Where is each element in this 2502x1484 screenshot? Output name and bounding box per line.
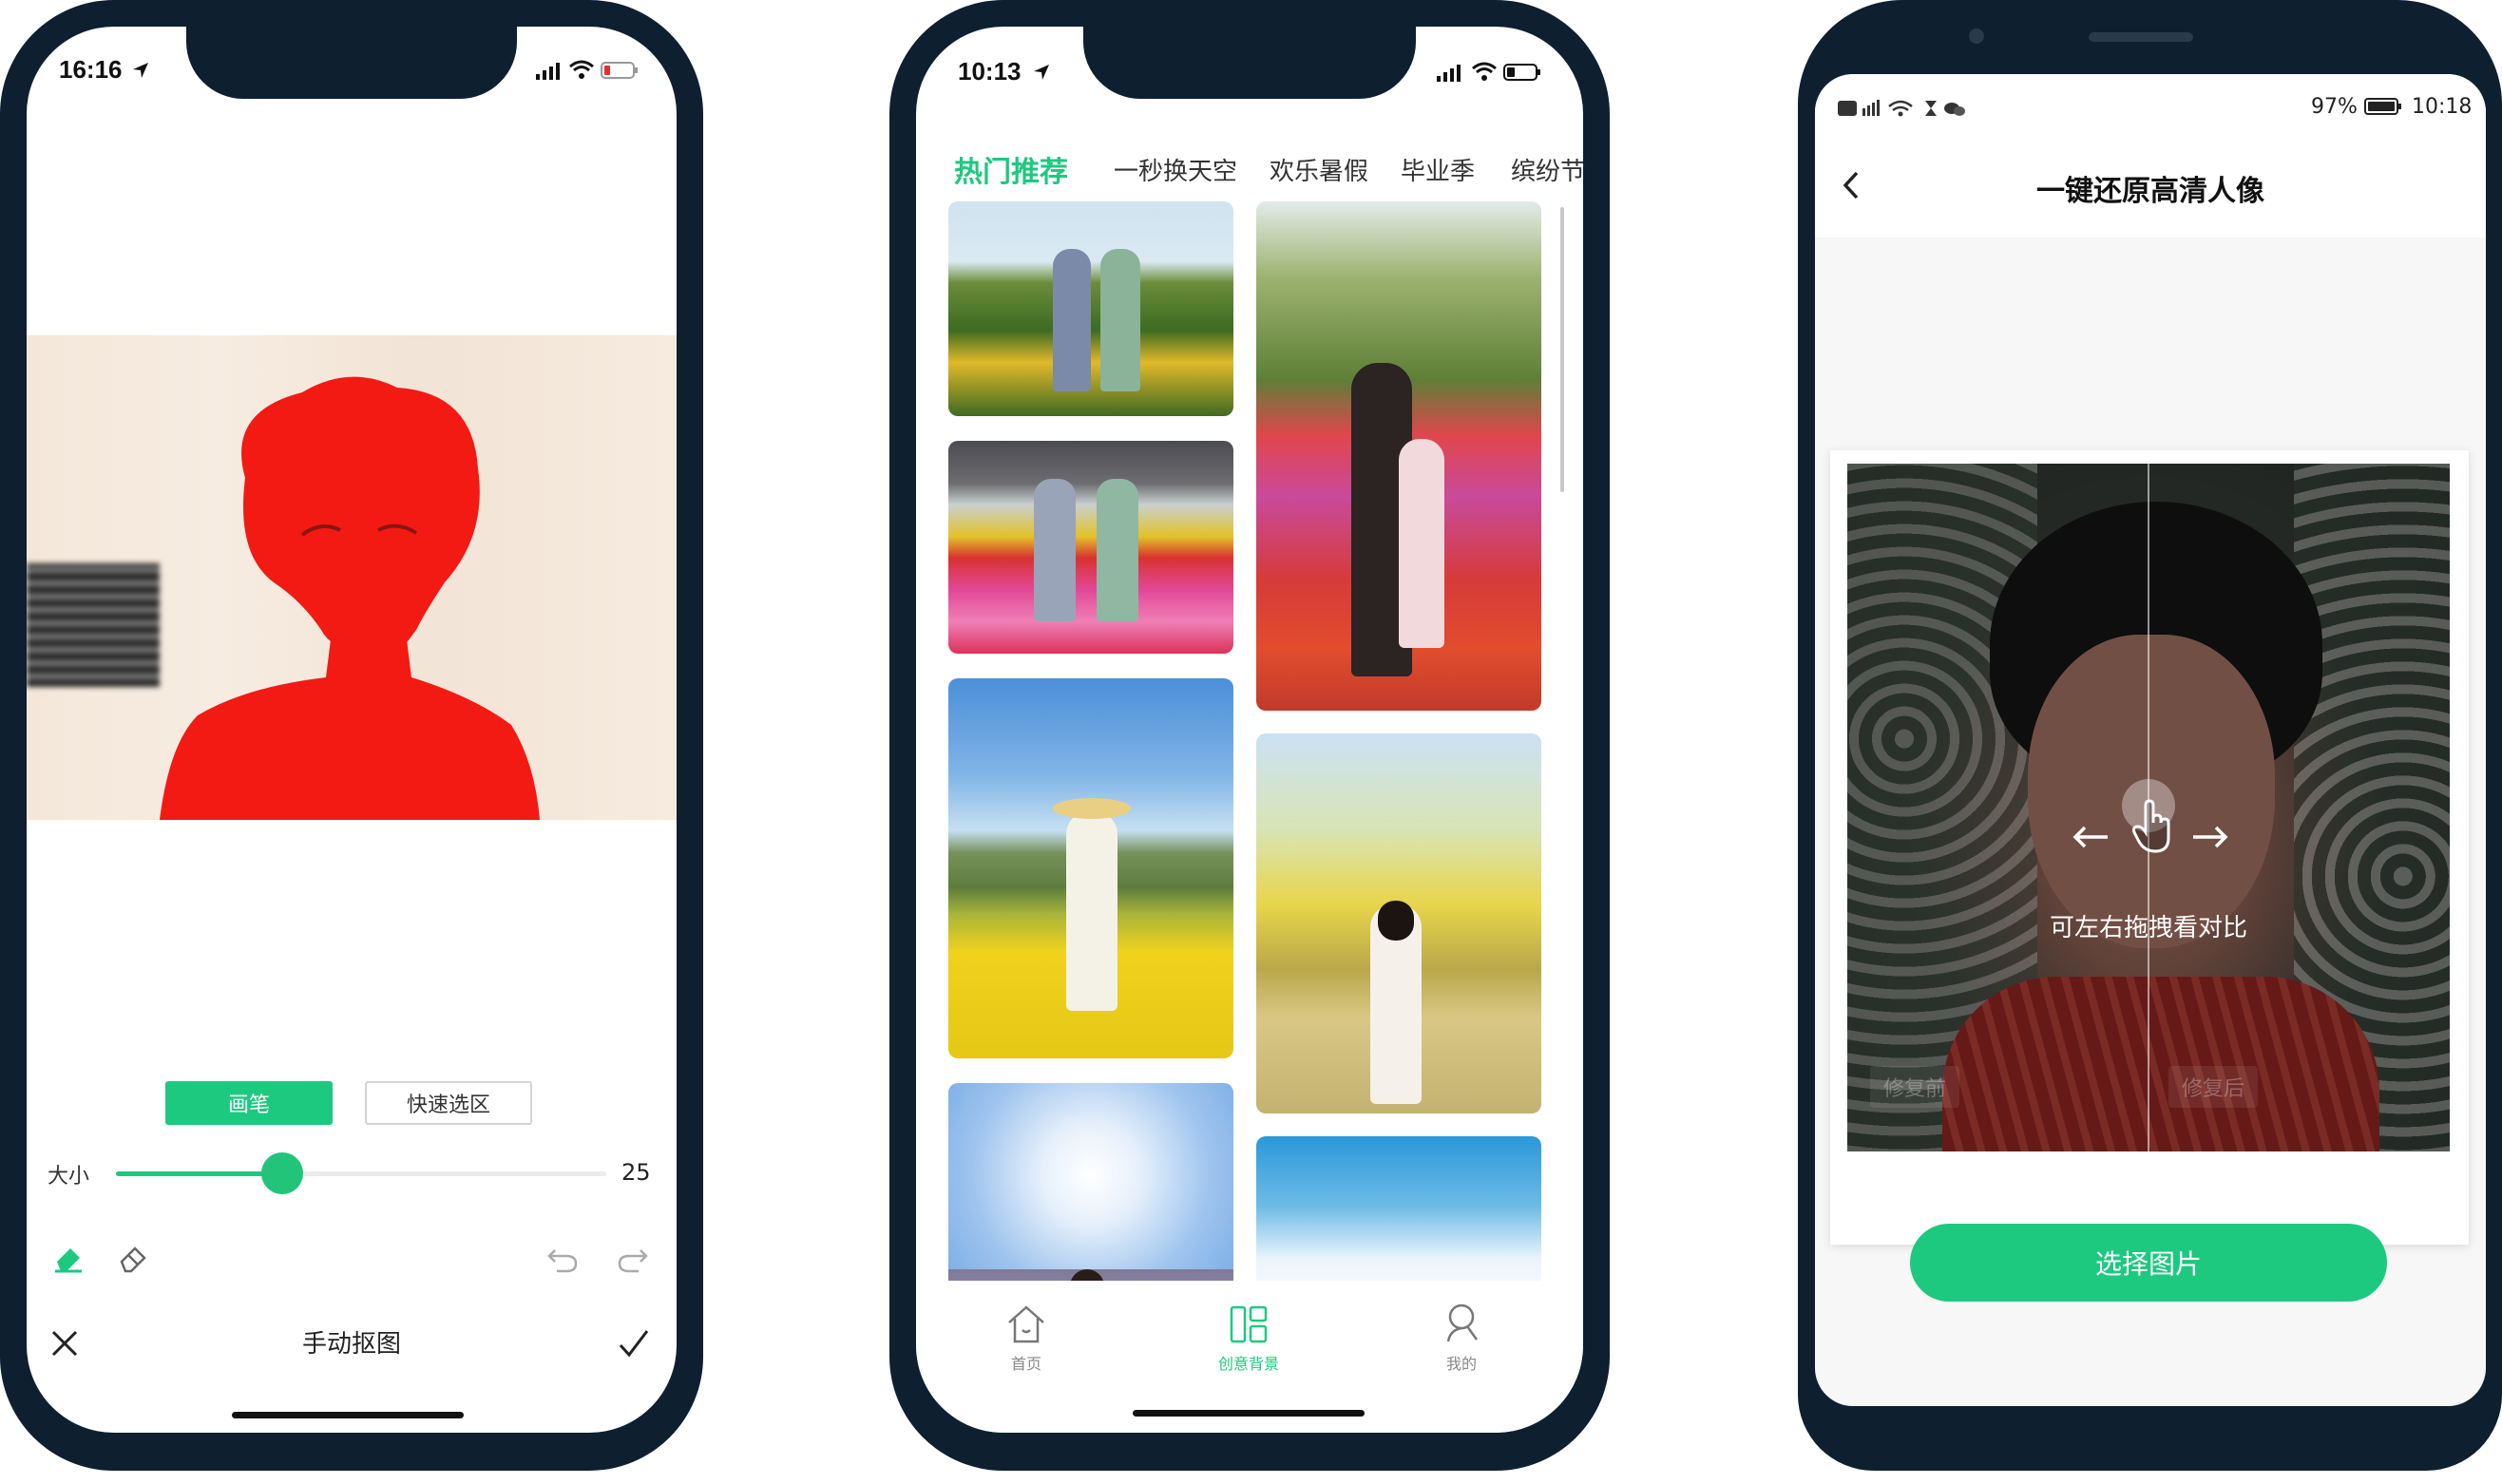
size-slider-fill (116, 1171, 283, 1176)
redo-icon[interactable] (616, 1243, 650, 1275)
network-icons (1838, 100, 1965, 117)
notch (1083, 27, 1416, 99)
before-label: 修复前 (1870, 1066, 1960, 1108)
figure (1100, 249, 1140, 391)
nav-creative-background-label[interactable]: 创意背景 (1173, 1351, 1325, 1374)
front-camera (1969, 29, 1984, 44)
sun-hat (1053, 798, 1131, 819)
check-icon[interactable] (618, 1328, 650, 1359)
back-arrow-icon[interactable] (1840, 169, 1861, 201)
gallery-screen: 10:13 热门推荐 一秒换天空 欢乐暑假 毕业季 缤纷节 首页 创意背景 我的 (916, 27, 1583, 1433)
phone-frame-editor: 16:16 画笔 快速选区 大小 25 手动抠图 (0, 0, 703, 1471)
tab-hot[interactable]: 热门推荐 (954, 148, 1068, 190)
close-icon[interactable] (49, 1328, 80, 1359)
editor-canvas[interactable] (27, 335, 677, 820)
after-label-text: 修复后 (2182, 1077, 2245, 1101)
phone-frame-restore: 97% 10:18 一键还原高清人像 可左右拖拽看对比 修复前 修复后 选择图片 (1798, 0, 2502, 1471)
editor-title: 手动抠图 (301, 1330, 401, 1359)
home-icon[interactable] (1005, 1303, 1047, 1345)
eraser-icon[interactable] (49, 1239, 87, 1277)
after-label: 修复后 (2168, 1066, 2259, 1108)
phone-frame-gallery: 10:13 热门推荐 一秒换天空 欢乐暑假 毕业季 缤纷节 首页 创意背景 我的 (889, 0, 1610, 1471)
arrow-right-icon (2193, 826, 2228, 848)
brush-button-label: 画笔 (227, 1094, 270, 1117)
earpiece (2089, 32, 2193, 42)
location-arrow-icon (1034, 65, 1049, 80)
nav-profile-label[interactable]: 我的 (1385, 1351, 1537, 1374)
signal-icon (1437, 65, 1461, 82)
layout-icon[interactable] (1228, 1303, 1270, 1345)
hair (1378, 901, 1414, 941)
select-image-button[interactable]: 选择图片 (1910, 1224, 2387, 1302)
figure (1399, 439, 1444, 648)
battery-percent: 97% (2311, 95, 2358, 119)
size-label: 大小 (48, 1165, 90, 1189)
page-title: 一键还原高清人像 (2036, 175, 2264, 208)
template-photo-tulip-garden[interactable] (948, 441, 1233, 654)
tab-summer[interactable]: 欢乐暑假 (1270, 152, 1368, 187)
wifi-icon (1472, 62, 1497, 81)
figure (1097, 479, 1138, 621)
location-arrow-icon (133, 63, 148, 78)
before-label-text: 修复前 (1883, 1077, 1947, 1101)
notch (186, 27, 517, 99)
profile-icon[interactable] (1441, 1302, 1482, 1345)
figure (1066, 811, 1117, 1011)
home-indicator (232, 1412, 464, 1418)
template-photo-lavender[interactable] (948, 1083, 1233, 1311)
comparison-image[interactable]: 可左右拖拽看对比 修复前 修复后 (1847, 464, 2450, 1151)
battery-icon (601, 62, 638, 79)
template-photo-mother-child-tulips[interactable] (1256, 201, 1541, 711)
size-slider-thumb[interactable] (261, 1152, 304, 1194)
arrow-left-icon (2072, 826, 2108, 848)
wifi-icon (569, 60, 594, 79)
tab-festival[interactable]: 缤纷节 (1511, 152, 1583, 187)
home-indicator (1133, 1410, 1365, 1417)
battery-icon (1503, 64, 1540, 81)
nav-home-label[interactable]: 首页 (950, 1351, 1102, 1374)
status-time: 10:13 (958, 57, 1022, 86)
quick-select-button[interactable]: 快速选区 (365, 1081, 532, 1125)
template-photo-yellow-trees[interactable] (1256, 733, 1541, 1113)
select-image-button-label: 选择图片 (2094, 1248, 2202, 1280)
status-time: 16:16 (59, 55, 123, 84)
template-photo-sunflowers[interactable] (948, 201, 1233, 416)
battery-icon (2364, 98, 2401, 115)
figure (1053, 249, 1091, 391)
signal-icon (536, 63, 560, 80)
eraser-outline-icon[interactable] (114, 1239, 152, 1277)
scrollbar[interactable] (1560, 207, 1564, 492)
size-slider-track[interactable] (116, 1152, 606, 1194)
quick-select-button-label: 快速选区 (406, 1094, 490, 1117)
figure (1034, 479, 1076, 621)
editor-screen: 16:16 画笔 快速选区 大小 25 手动抠图 (27, 27, 677, 1433)
brush-button[interactable]: 画笔 (165, 1081, 333, 1125)
tab-sky[interactable]: 一秒换天空 (1114, 152, 1237, 187)
status-time: 10:18 (2412, 95, 2473, 119)
wall-vent (27, 563, 160, 687)
drag-hint: 可左右拖拽看对比 (2049, 914, 2247, 942)
tab-graduation[interactable]: 毕业季 (1401, 152, 1475, 187)
size-value: 25 (621, 1159, 651, 1186)
subject-mask (160, 376, 540, 820)
undo-icon[interactable] (545, 1243, 580, 1275)
hand-pointer-icon (2132, 799, 2170, 853)
restore-screen: 97% 10:18 一键还原高清人像 可左右拖拽看对比 修复前 修复后 选择图片 (1815, 74, 2486, 1406)
template-photo-rapeseed[interactable] (948, 678, 1233, 1058)
